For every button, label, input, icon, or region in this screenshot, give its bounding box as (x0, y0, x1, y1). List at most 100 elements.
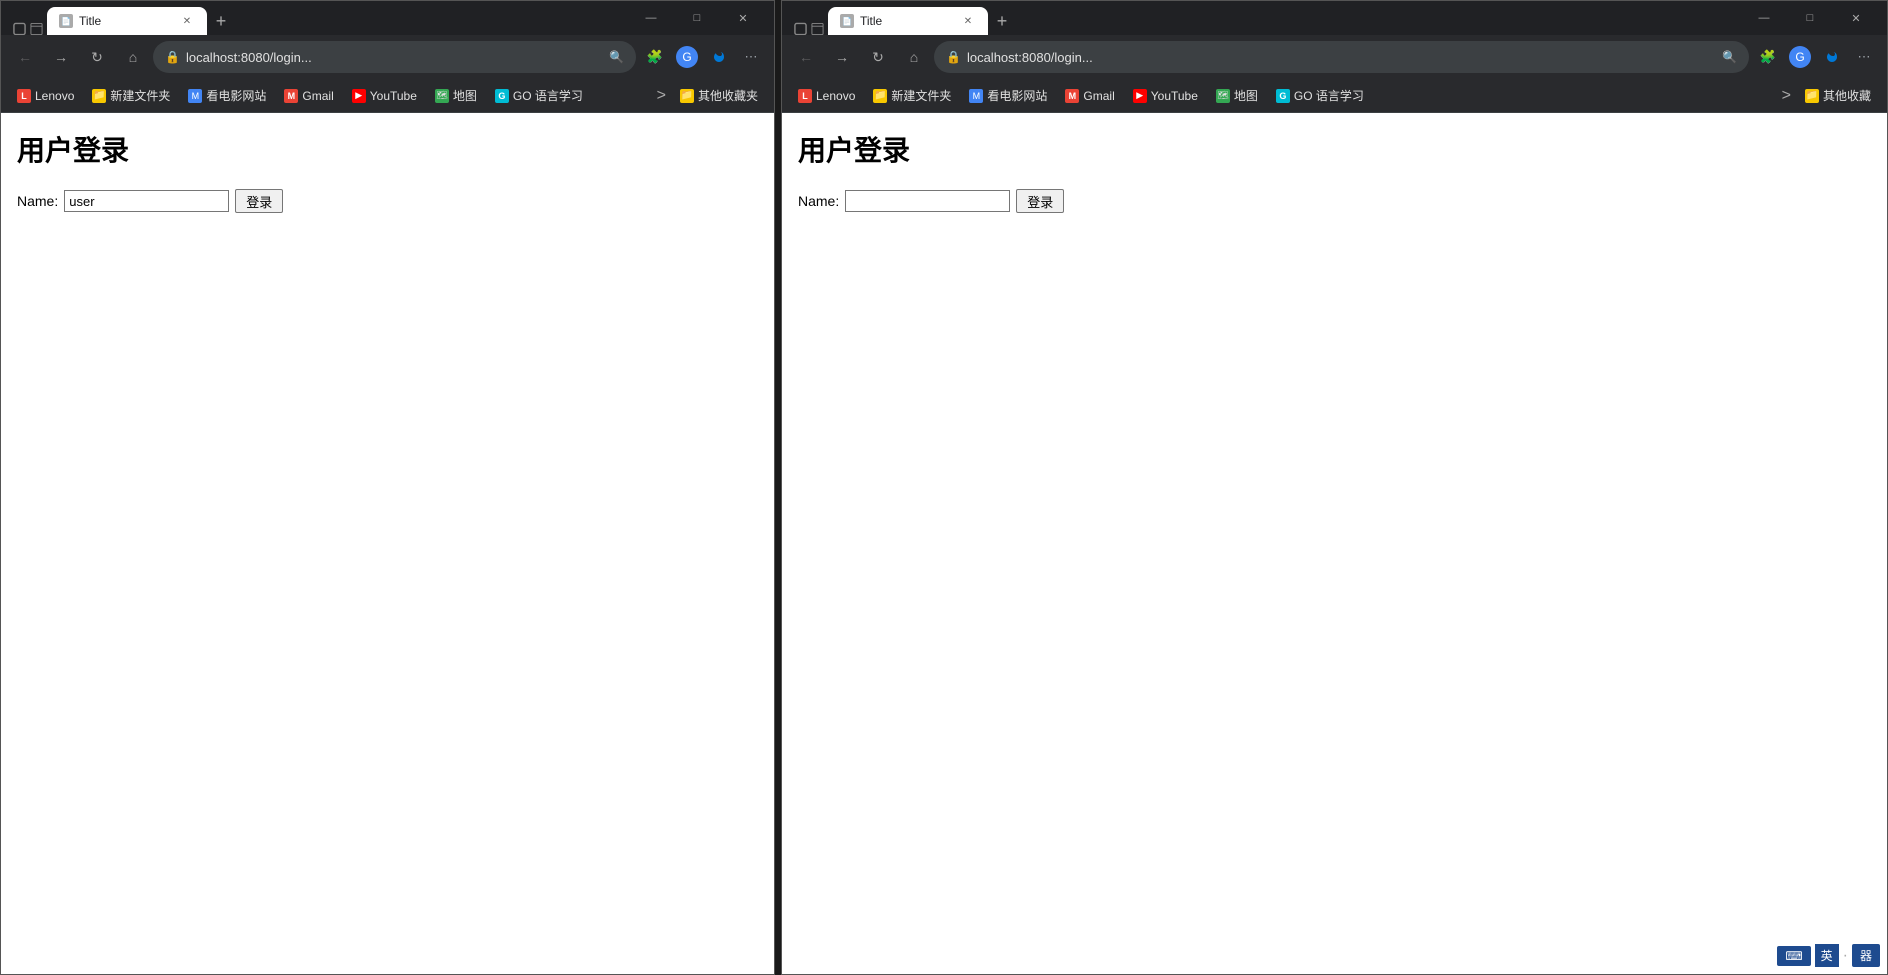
right-bookmark-maps[interactable]: 🗺 地图 (1208, 83, 1266, 108)
left-bookmark-movies-icon: M (188, 89, 202, 103)
right-home-button[interactable]: ⌂ (898, 41, 930, 73)
right-more-button[interactable]: ⋯ (1849, 42, 1879, 72)
left-bookmark-maps-icon: 🗺 (435, 89, 449, 103)
right-bookmarks-more[interactable]: > (1778, 83, 1795, 109)
left-bookmark-movies[interactable]: M 看电影网站 (180, 83, 274, 108)
right-active-tab[interactable]: 📄 Title ✕ (828, 7, 988, 35)
left-forward-button[interactable]: → (45, 41, 77, 73)
right-form-label: Name: (798, 193, 839, 209)
right-edge-icon[interactable] (1817, 42, 1847, 72)
left-bookmark-otherfolder-icon: 📁 (680, 89, 694, 103)
right-profile-button[interactable]: G (1785, 42, 1815, 72)
right-maximize-button[interactable]: □ (1787, 1, 1833, 35)
right-forward-button[interactable]: → (826, 41, 858, 73)
right-tab-icon (794, 22, 807, 35)
right-close-button[interactable]: ✕ (1833, 1, 1879, 35)
left-bookmark-lenovo-label: Lenovo (35, 89, 74, 103)
left-bookmark-otherfolder[interactable]: 📁 其他收藏夹 (672, 83, 766, 108)
right-bookmark-folder1-icon: 📁 (873, 89, 887, 103)
left-login-form: Name: 登录 (17, 189, 758, 213)
left-title-bar: 📄 Title ✕ + — □ ✕ (1, 1, 774, 35)
left-bookmark-youtube-label: YouTube (370, 89, 417, 103)
left-tab-close-button[interactable]: ✕ (179, 13, 195, 29)
left-name-input[interactable] (64, 190, 229, 212)
right-bookmark-maps-label: 地图 (1234, 87, 1258, 104)
left-nav-bar: ← → ↻ ⌂ 🔒 localhost:8080/login... 🔍 🧩 G (1, 35, 774, 79)
taskbar-lang-button[interactable]: 英 (1815, 944, 1839, 967)
left-login-button[interactable]: 登录 (235, 189, 283, 213)
left-refresh-button[interactable]: ↻ (81, 41, 113, 73)
right-tab-bar: 📄 Title ✕ + (790, 1, 1737, 35)
taskbar-dot: · (1843, 947, 1848, 965)
left-active-tab[interactable]: 📄 Title ✕ (47, 7, 207, 35)
left-bookmark-gmail[interactable]: M Gmail (276, 85, 341, 107)
left-new-tab-button[interactable]: + (207, 7, 235, 35)
right-bookmark-golang-icon: G (1276, 89, 1290, 103)
left-back-button[interactable]: ← (9, 41, 41, 73)
right-bookmark-otherfolder[interactable]: 📁 其他收藏 (1797, 83, 1879, 108)
left-bookmark-golang[interactable]: G GO 语言学习 (487, 83, 591, 108)
left-bookmark-lenovo-icon: L (17, 89, 31, 103)
left-more-button[interactable]: ⋯ (736, 42, 766, 72)
left-bookmarks-more[interactable]: > (653, 83, 670, 109)
left-bookmark-youtube[interactable]: ▶ YouTube (344, 85, 425, 107)
left-extensions-button[interactable]: 🧩 (640, 42, 670, 72)
right-back-button[interactable]: ← (790, 41, 822, 73)
right-bookmark-movies[interactable]: M 看电影网站 (961, 83, 1055, 108)
left-bookmark-maps[interactable]: 🗺 地图 (427, 83, 485, 108)
right-lock-icon: 🔒 (946, 50, 961, 64)
taskbar-input-icon[interactable]: ⌨ (1777, 946, 1810, 966)
left-home-button[interactable]: ⌂ (117, 41, 149, 73)
left-window-controls: — □ ✕ (628, 1, 766, 35)
right-bookmark-youtube-icon: ▶ (1133, 89, 1147, 103)
right-window-controls: — □ ✕ (1741, 1, 1879, 35)
right-bookmark-otherfolder-icon: 📁 (1805, 89, 1819, 103)
right-login-button[interactable]: 登录 (1016, 189, 1064, 213)
right-tab-title: Title (860, 14, 954, 28)
right-extensions-button[interactable]: 🧩 (1753, 42, 1783, 72)
taskbar-input-label: ⌨ (1785, 949, 1802, 963)
left-bookmark-maps-label: 地图 (453, 87, 477, 104)
right-address-bar[interactable]: 🔒 localhost:8080/login... 🔍 (934, 41, 1749, 73)
right-bookmark-golang[interactable]: G GO 语言学习 (1268, 83, 1372, 108)
left-bookmark-golang-icon: G (495, 89, 509, 103)
left-profile-button[interactable]: G (672, 42, 702, 72)
left-maximize-button[interactable]: □ (674, 1, 720, 35)
taskbar-lang-label: 英 (1821, 949, 1833, 963)
right-bookmark-youtube[interactable]: ▶ YouTube (1125, 85, 1206, 107)
taskbar-settings-icon[interactable]: 器 (1852, 944, 1880, 967)
right-minimize-button[interactable]: — (1741, 1, 1787, 35)
left-browser-window: 📄 Title ✕ + — □ ✕ ← (0, 0, 775, 975)
left-bookmark-youtube-icon: ▶ (352, 89, 366, 103)
left-nav-extras: 🧩 G ⋯ (640, 42, 766, 72)
left-edge-icon[interactable] (704, 42, 734, 72)
right-tab-close-button[interactable]: ✕ (960, 13, 976, 29)
left-close-button[interactable]: ✕ (720, 1, 766, 35)
right-bookmark-gmail-label: Gmail (1083, 89, 1114, 103)
taskbar-settings-label: 器 (1860, 947, 1872, 964)
left-page-title: 用户登录 (17, 129, 758, 169)
right-search-icon: 🔍 (1722, 50, 1737, 64)
left-tab-icon (13, 22, 26, 35)
left-bookmark-movies-label: 看电影网站 (206, 87, 266, 104)
right-new-tab-button[interactable]: + (988, 7, 1016, 35)
right-bookmark-movies-icon: M (969, 89, 983, 103)
left-bookmark-lenovo[interactable]: L Lenovo (9, 85, 82, 107)
right-bookmark-gmail[interactable]: M Gmail (1057, 85, 1122, 107)
right-bookmark-folder1[interactable]: 📁 新建文件夹 (865, 83, 959, 108)
left-address-bar[interactable]: 🔒 localhost:8080/login... 🔍 (153, 41, 636, 73)
left-tab-bar: 📄 Title ✕ + (9, 1, 624, 35)
right-bookmark-lenovo[interactable]: L Lenovo (790, 85, 863, 107)
left-bookmark-otherfolder-label: 其他收藏夹 (698, 87, 758, 104)
right-name-input[interactable] (845, 190, 1010, 212)
right-nav-extras: 🧩 G ⋯ (1753, 42, 1879, 72)
right-bookmark-lenovo-icon: L (798, 89, 812, 103)
right-browser-window: 📄 Title ✕ + — □ ✕ ← (781, 0, 1888, 975)
right-title-bar: 📄 Title ✕ + — □ ✕ (782, 1, 1887, 35)
left-bookmarks-bar: L Lenovo 📁 新建文件夹 M 看电影网站 M Gmail ▶ YouTu… (1, 79, 774, 113)
left-minimize-button[interactable]: — (628, 1, 674, 35)
left-page-content: 用户登录 Name: 登录 (1, 113, 774, 974)
right-refresh-button[interactable]: ↻ (862, 41, 894, 73)
left-bookmark-folder1[interactable]: 📁 新建文件夹 (84, 83, 178, 108)
right-bookmark-maps-icon: 🗺 (1216, 89, 1230, 103)
